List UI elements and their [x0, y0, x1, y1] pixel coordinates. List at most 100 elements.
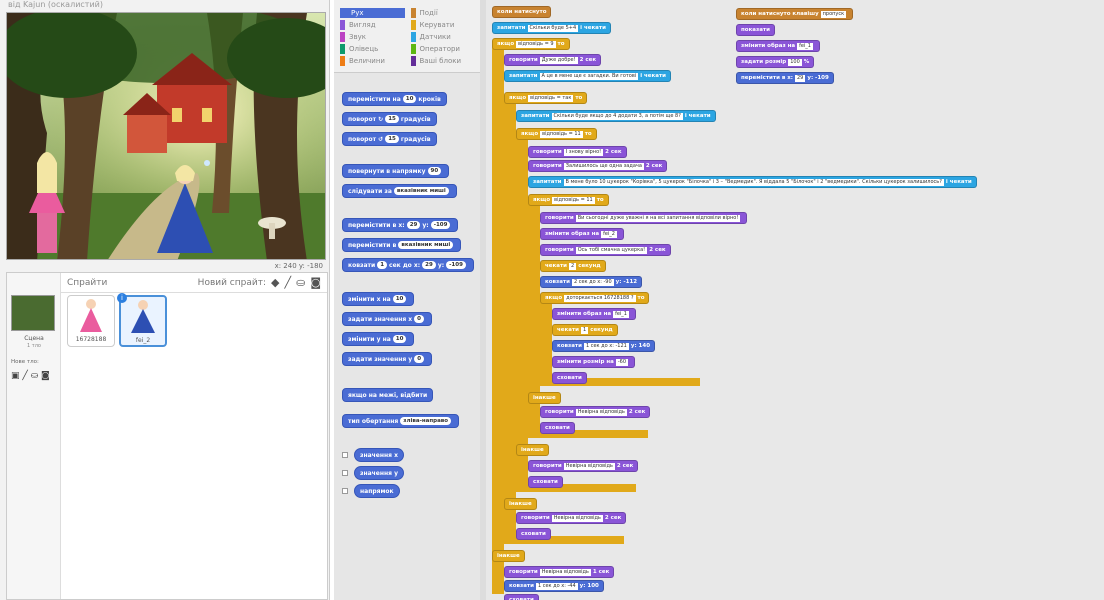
block-input[interactable]: відповідь = 11 [552, 196, 595, 204]
script-block[interactable]: говорити Залишилось ще одна задача 2 сек [528, 160, 668, 172]
script-block[interactable]: перемістити в x: 29 y: -109 [736, 72, 834, 84]
block-input[interactable]: Залишилось ще одна задача [563, 162, 644, 170]
script-block[interactable]: чекати 2 секунд [540, 260, 606, 272]
script-block[interactable]: говорити Невірна відповідь 1 сек [504, 566, 615, 578]
block-input[interactable]: відповідь = так [528, 94, 574, 102]
script-block[interactable]: говорити Ви сьогодні дуже уважні я на всі… [540, 212, 748, 224]
block-input[interactable]: 29 [794, 74, 806, 82]
category-operators[interactable]: Оператори [410, 44, 476, 54]
paint-sprite-icon[interactable]: ╱ [284, 276, 291, 289]
block-input[interactable]: 1 [581, 326, 589, 334]
change-y-block[interactable]: змінити y на 10 [342, 332, 415, 346]
stage-selector[interactable]: Сцена 1 тло Нове тло: ▣ ╱ ⛀ ◙ [7, 273, 61, 599]
direction-checkbox[interactable] [342, 488, 348, 494]
block-input[interactable]: Скільки буде якщо до 4 додати 3, а потім… [551, 112, 683, 120]
set-y-block[interactable]: задати значення y0 [342, 352, 433, 366]
scripts-area[interactable]: коли натиснуто запитати Скільки буде 5+4 і … [486, 0, 1104, 600]
script-block[interactable]: задати розмір 100% [736, 56, 815, 68]
script-block[interactable]: сховати [540, 422, 575, 434]
y-position-checkbox[interactable] [342, 470, 348, 476]
script-block[interactable]: сховати [528, 476, 563, 488]
script-block[interactable]: чекати 1 секунд [552, 324, 618, 336]
block-input[interactable]: доторкається 16728188 ? [564, 294, 636, 302]
script-block[interactable]: сховати [516, 528, 551, 540]
stage-thumbnail[interactable] [11, 295, 55, 331]
script-block[interactable]: якщо відповідь = 9 то [492, 38, 570, 50]
script-block[interactable]: інакше [504, 498, 537, 510]
script-block[interactable]: змінити образ на fei_2 [540, 228, 624, 240]
script-block[interactable]: якщо відповідь = 11 то [516, 128, 597, 140]
upload-sprite-icon[interactable]: ⛀ [296, 276, 305, 289]
script-block[interactable]: якщо відповідь = так то [504, 92, 588, 104]
block-input[interactable]: відповідь = 9 [516, 40, 556, 48]
script-block[interactable]: коли натиснуто клавішу пропуск [736, 8, 854, 20]
category-looks[interactable]: Вигляд [340, 20, 405, 30]
category-motion[interactable]: Рух [340, 8, 405, 18]
block-input[interactable]: Дуже добре! [539, 56, 578, 64]
category-my-blocks[interactable]: Ваші блоки [410, 56, 476, 66]
script-block[interactable]: інакше [492, 550, 525, 562]
block-input[interactable]: В мене було 10 цукерок "Корівка", 5 цуке… [563, 178, 944, 186]
direction-reporter[interactable]: напрямок [354, 484, 400, 498]
script-block[interactable]: говорити І знову вірно! 2 сек [528, 146, 627, 158]
move-steps-block[interactable]: перемістити на 10 кроків [342, 92, 447, 106]
x-position-reporter[interactable]: значення x [354, 448, 404, 462]
script-block[interactable]: запитати А це в мене ще є загадки. Ви гот… [504, 70, 671, 82]
bounce-block[interactable]: якщо на межі, відбити [342, 388, 434, 402]
script-block[interactable]: говорити Невірна відповідь 2 сек [540, 406, 651, 418]
script-block[interactable]: говорити Ось тобі смачна цукерка! 2 сек [540, 244, 671, 256]
script-block[interactable]: запитати В мене було 10 цукерок "Корівка"… [528, 176, 977, 188]
script-block[interactable]: показати [736, 24, 775, 36]
block-input[interactable]: 1 сек до x: -121 [583, 342, 629, 350]
point-in-direction-block[interactable]: повернути в напрямку 90 [342, 164, 450, 178]
block-input[interactable]: Ви сьогодні дуже уважні я на всі запитан… [575, 214, 741, 222]
script-block[interactable]: коли натиснуто [492, 6, 552, 18]
turn-left-block[interactable]: поворот ↺ 15 градусів [342, 132, 437, 146]
category-sound[interactable]: Звук [340, 32, 405, 42]
script-block[interactable]: сховати [504, 594, 539, 600]
script-block[interactable]: якщо відповідь = 11 то [528, 194, 609, 206]
script-block[interactable]: ковзати 2 сек до x: -90 y: -112 [540, 276, 643, 288]
script-block[interactable]: змінити образ на fei_1 [552, 308, 636, 320]
block-input[interactable]: Невірна відповідь [563, 462, 615, 470]
go-to-xy-block[interactable]: перемістити в x: 29 y: -109 [342, 218, 459, 232]
block-input[interactable]: Невірна відповідь [551, 514, 603, 522]
stage-canvas[interactable] [6, 12, 326, 260]
glide-block[interactable]: ковзати 1 сек до x: 29 y: -109 [342, 258, 474, 272]
category-control[interactable]: Керувати [410, 20, 476, 30]
block-input[interactable]: 100 [788, 58, 802, 66]
script-block[interactable]: змінити розмір на -60 [552, 356, 636, 368]
block-input[interactable]: fei_1 [613, 310, 629, 318]
change-x-block[interactable]: змінити x на 10 [342, 292, 415, 306]
script-block[interactable]: запитати Скільки буде якщо до 4 додати 3,… [516, 110, 716, 122]
info-icon[interactable]: i [117, 293, 127, 303]
backdrop-tools[interactable]: ▣ ╱ ⛀ ◙ [11, 371, 50, 381]
block-input[interactable]: fei_2 [601, 230, 617, 238]
sprite-thumb-selected[interactable]: i fei_2 [117, 293, 167, 347]
y-position-reporter[interactable]: значення y [354, 466, 405, 480]
block-input[interactable]: відповідь = 11 [540, 130, 583, 138]
block-input[interactable]: Невірна відповідь [575, 408, 627, 416]
set-x-block[interactable]: задати значення x0 [342, 312, 432, 326]
block-input[interactable]: пропуск [820, 10, 847, 18]
choose-sprite-icon[interactable]: ◆ [271, 276, 279, 289]
category-variables[interactable]: Величини [340, 56, 405, 66]
point-towards-block[interactable]: слідувати за вказівник миші [342, 184, 457, 198]
script-block[interactable]: змінити образ на fei_1 [736, 40, 820, 52]
category-pen[interactable]: Олівець [340, 44, 405, 54]
script-block[interactable]: говорити Невірна відповідь 2 сек [528, 460, 639, 472]
block-input[interactable]: І знову вірно! [563, 148, 604, 156]
block-input[interactable]: Невірна відповідь [539, 568, 591, 576]
sprite-thumb[interactable]: 16728188 [67, 295, 115, 347]
block-input[interactable]: Ось тобі смачна цукерка! [575, 246, 648, 254]
rotation-style-block[interactable]: тип обертання зліва-направо [342, 414, 460, 428]
script-block[interactable]: якщо доторкається 16728188 ? то [540, 292, 650, 304]
script-block[interactable]: інакше [516, 444, 549, 456]
block-input[interactable]: 2 сек до x: -90 [571, 278, 614, 286]
block-input[interactable]: fei_1 [797, 42, 813, 50]
block-input[interactable]: -60 [615, 358, 629, 366]
block-input[interactable]: 1 сек до x: -44 [535, 582, 578, 590]
block-input[interactable]: Скільки буде 5+4 [527, 24, 579, 32]
script-block[interactable]: говорити Невірна відповідь 2 сек [516, 512, 627, 524]
script-block[interactable]: інакше [528, 392, 561, 404]
